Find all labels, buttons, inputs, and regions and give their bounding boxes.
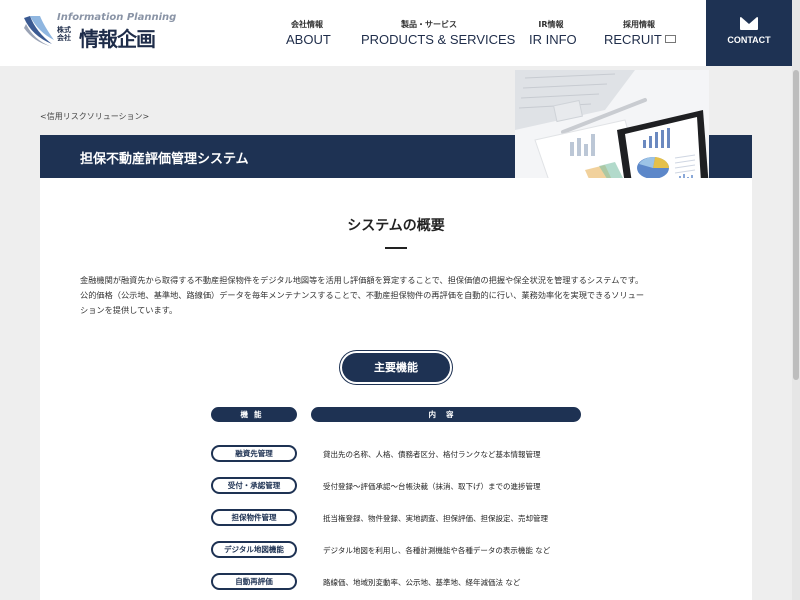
feature-label-auto-revaluation[interactable]: 自動再評価: [211, 573, 297, 590]
feature-desc-borrower: 貸出先の名称、人格、債務者区分、格付ランクなど基本情報管理: [323, 450, 541, 459]
contact-button[interactable]: CONTACT: [706, 0, 792, 66]
nav-recruit[interactable]: 採用情報 RECRUIT: [604, 19, 676, 47]
feature-desc-reception: 受付登録～評価承認～台帳決裁（抹消、取下げ）までの進捗管理: [323, 482, 541, 491]
nav-about[interactable]: 会社情報 ABOUT: [286, 19, 331, 47]
contact-label: CONTACT: [727, 35, 771, 45]
overview-title: システムの概要: [347, 218, 445, 234]
nav-about-en: ABOUT: [286, 32, 331, 47]
site-header: Information Planning 株式会社 情報企画 会社情報 ABOU…: [0, 0, 800, 66]
feature-label-collateral[interactable]: 担保物件管理: [211, 509, 297, 526]
description-line: ションを提供しています。: [80, 305, 178, 315]
nav-ir-info[interactable]: IR情報 IR INFO: [529, 19, 577, 47]
overview-description: 金融機関が融資先から取得する不動産担保物件をデジタル地図等を活用し評価額を算定す…: [80, 273, 720, 318]
page-title: 担保不動産評価管理システム: [80, 152, 249, 167]
content-panel: システムの概要 金融機関が融資先から取得する不動産担保物件をデジタル地図等を活用…: [40, 178, 752, 600]
title-divider: [385, 247, 407, 249]
scrollbar-thumb[interactable]: [793, 70, 799, 380]
nav-ir-jp: IR情報: [538, 20, 564, 29]
nav-products-jp: 製品・サービス: [401, 20, 457, 29]
logo-company-name: 情報企画: [79, 27, 156, 51]
external-link-icon: [664, 35, 676, 43]
feature-label-digital-map[interactable]: デジタル地図機能: [211, 541, 297, 558]
nav-ir-en: IR INFO: [529, 32, 577, 47]
logo-english-text: Information Planning: [57, 12, 177, 23]
nav-about-jp: 会社情報: [291, 20, 323, 29]
nav-recruit-jp: 採用情報: [623, 20, 655, 29]
company-logo[interactable]: Information Planning 株式会社 情報企画: [22, 12, 176, 52]
description-line: 金融機関が融資先から取得する不動産担保物件をデジタル地図等を活用し評価額を算定す…: [80, 275, 644, 285]
breadcrumb[interactable]: <信用リスクソリューション>: [40, 111, 149, 122]
main-features-button[interactable]: 主要機能: [342, 353, 450, 382]
description-line: 公的価格（公示地、基準地、路線価）データを毎年メンテナンスすることで、不動産担保…: [80, 290, 645, 300]
logo-swoosh-icon: [24, 16, 54, 46]
feature-label-reception[interactable]: 受付・承認管理: [211, 477, 297, 494]
nav-products-en: PRODUCTS & SERVICES: [361, 32, 516, 47]
nav-recruit-label: RECRUIT: [604, 32, 662, 47]
nav-products-services[interactable]: 製品・サービス PRODUCTS & SERVICES: [361, 19, 516, 47]
table-header-function: 機能: [211, 407, 297, 422]
feature-desc-collateral: 抵当権登録、物件登録、実地調査、担保評価、担保設定、売却管理: [323, 514, 548, 523]
feature-label-borrower[interactable]: 融資先管理: [211, 445, 297, 462]
mail-icon: [740, 17, 758, 30]
feature-desc-auto-revaluation: 路線価、地域別変動率、公示地、基準地、経年減価法 など: [323, 578, 521, 587]
table-header-content: 内容: [311, 407, 581, 422]
logo-kabushiki-text: 株式会社: [57, 26, 71, 42]
feature-desc-digital-map: デジタル地図を利用し、各種計測機能や各種データの表示機能 など: [323, 546, 551, 555]
nav-recruit-en: RECRUIT: [604, 32, 676, 47]
